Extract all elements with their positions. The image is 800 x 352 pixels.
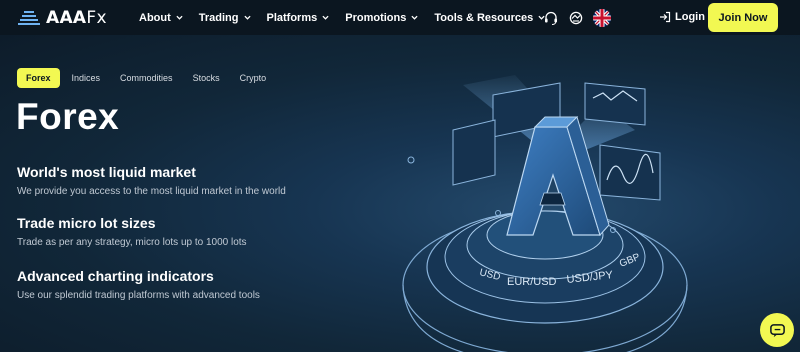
- chat-bubble-icon: [769, 323, 785, 337]
- nav-item-tools-resources[interactable]: Tools & Resources: [434, 12, 545, 24]
- tab-commodities[interactable]: Commodities: [112, 68, 181, 88]
- feature-item: Advanced charting indicators Use our spl…: [17, 268, 260, 301]
- brand-name-rest: Fx: [86, 8, 107, 28]
- ring-label: EUR/USD: [507, 276, 557, 288]
- chevron-down-icon: [243, 15, 251, 20]
- chevron-down-icon: [322, 15, 329, 20]
- nav-item-promotions[interactable]: Promotions: [345, 12, 418, 24]
- feature-heading: Trade micro lot sizes: [17, 215, 156, 231]
- main-menu: About Trading Platforms Promotions Tools…: [139, 0, 561, 35]
- brand-name: AAAFx: [46, 8, 107, 28]
- join-now-button[interactable]: Join Now: [708, 3, 778, 32]
- feature-description: Use our splendid trading platforms with …: [17, 290, 260, 301]
- forex-illustration: USD EUR/USD USD/JPY GBP: [402, 75, 688, 352]
- top-navbar: AAAFx About Trading Platforms Promotions…: [0, 0, 800, 35]
- uk-flag-icon[interactable]: [593, 9, 611, 27]
- tab-crypto[interactable]: Crypto: [232, 68, 275, 88]
- tab-stocks[interactable]: Stocks: [185, 68, 228, 88]
- feature-description: We provide you access to the most liquid…: [17, 186, 286, 197]
- nav-utility-icons: [543, 9, 611, 27]
- nav-item-label: About: [139, 11, 171, 24]
- nav-item-label: Platforms: [266, 11, 318, 24]
- login-label: Login: [675, 11, 705, 23]
- nav-item-label: Promotions: [345, 11, 407, 24]
- chat-widget-button[interactable]: [760, 313, 794, 347]
- join-now-label: Join Now: [718, 11, 768, 24]
- feature-description: Trade as per any strategy, micro lots up…: [17, 237, 247, 248]
- login-arrow-icon: [660, 11, 671, 23]
- nav-item-trading[interactable]: Trading: [199, 12, 251, 24]
- brand-logo[interactable]: AAAFx: [18, 8, 107, 28]
- nav-item-label: Tools & Resources: [434, 11, 534, 24]
- nav-item-platforms[interactable]: Platforms: [267, 12, 330, 24]
- feature-item: World's most liquid market We provide yo…: [17, 164, 286, 197]
- page-title: Forex: [16, 96, 120, 137]
- tab-indices[interactable]: Indices: [64, 68, 109, 88]
- nav-item-about[interactable]: About: [139, 12, 183, 24]
- feature-item: Trade micro lot sizes Trade as per any s…: [17, 215, 247, 248]
- chevron-down-icon: [411, 15, 418, 20]
- tab-forex[interactable]: Forex: [17, 68, 60, 88]
- nav-item-label: Trading: [198, 11, 239, 24]
- chevron-down-icon: [176, 15, 183, 20]
- login-link[interactable]: Login: [659, 11, 705, 23]
- feature-heading: World's most liquid market: [17, 164, 196, 180]
- logo-mark-icon: [18, 11, 40, 25]
- headset-icon[interactable]: [543, 10, 559, 26]
- asset-class-tabs: Forex Indices Commodities Stocks Crypto: [17, 68, 278, 88]
- platform-switch-icon[interactable]: [568, 10, 584, 26]
- brand-name-bold: AAA: [46, 8, 87, 28]
- feature-heading: Advanced charting indicators: [17, 268, 214, 284]
